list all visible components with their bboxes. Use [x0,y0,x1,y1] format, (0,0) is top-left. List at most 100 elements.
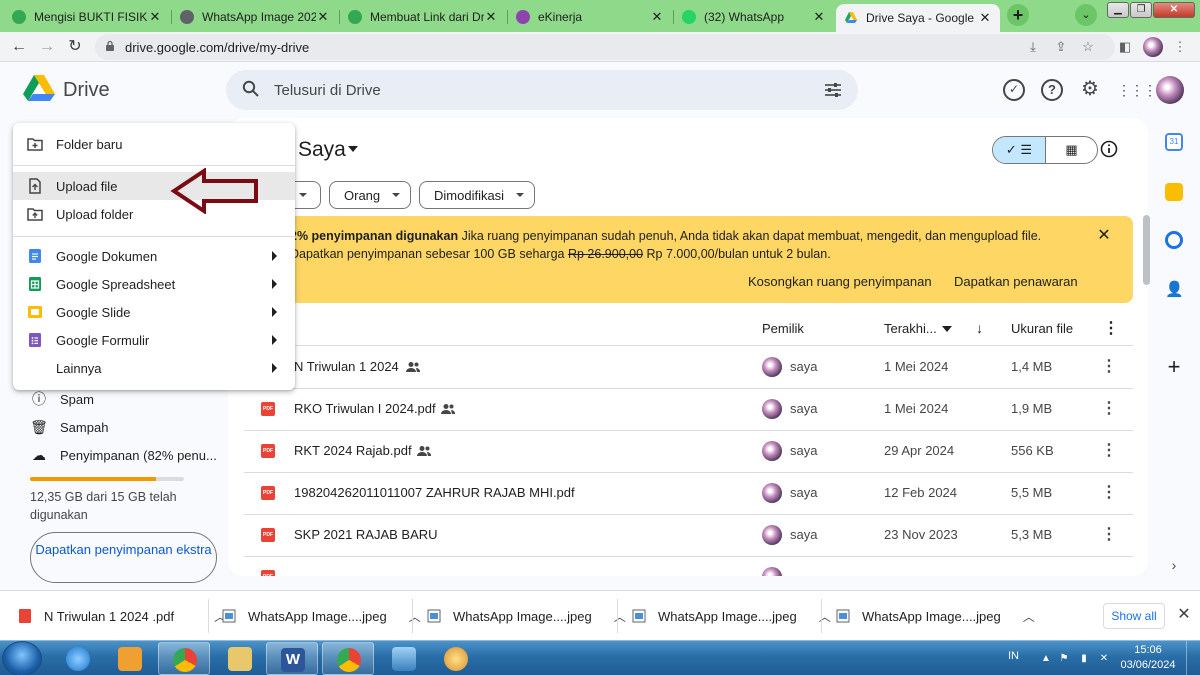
taskbar-app[interactable] [430,642,482,675]
column-header-size[interactable]: Ukuran file [1011,321,1073,336]
filter-chip-people[interactable]: Orang [329,181,412,209]
main-scrollbar[interactable] [1143,215,1150,285]
taskbar-app[interactable] [158,642,210,675]
filter-chip-modified[interactable]: Dimodifikasi [419,181,536,209]
tab-close-icon[interactable]: ✕ [978,10,992,26]
search-icon[interactable] [242,80,260,98]
chevron-up-icon[interactable]: ︿ [409,608,421,625]
grid-view-button[interactable]: ▦ [1044,137,1097,163]
file-row[interactable]: PDF SKP 2021 RAJAB BARU saya 23 Nov 2023… [244,514,1133,556]
more-actions-icon[interactable]: ⋮ [1101,526,1117,544]
keep-icon[interactable] [1165,183,1183,201]
menu-item-google-sheets[interactable]: Google Spreadsheet [13,270,295,298]
menu-item-new-folder[interactable]: Folder baru [13,130,295,158]
help-icon[interactable]: ? [1041,79,1063,101]
menu-item-google-forms[interactable]: Google Formulir [13,326,295,354]
share-icon[interactable]: ⇪ [1053,39,1069,55]
file-row-partial[interactable]: PDF [244,556,1133,576]
file-row[interactable]: PDF 198204262011011007 ZAHRUR RAJAB MHI.… [244,472,1133,514]
banner-close-icon[interactable]: ✕ [1096,228,1112,244]
more-actions-icon[interactable]: ⋮ [1101,358,1117,376]
nav-item-spam[interactable]: ⓘ Spam [30,387,94,411]
free-up-space-button[interactable]: Kosongkan ruang penyimpanan [748,274,932,289]
column-options-icon[interactable]: ⋮ [1103,318,1119,338]
download-item[interactable]: WhatsApp Image....jpeg ︿ [632,591,831,641]
start-button[interactable] [2,641,42,675]
browser-tab[interactable]: Membuat Link dari Dri ✕ [340,4,506,30]
calendar-icon[interactable]: 31 [1165,133,1183,151]
info-icon[interactable] [1100,140,1118,158]
network-icon[interactable]: ▮ [1078,653,1090,665]
column-header-owner[interactable]: Pemilik [762,321,804,336]
tab-close-icon[interactable]: ✕ [812,9,826,25]
more-actions-icon[interactable]: ⋮ [1101,442,1117,460]
more-actions-icon[interactable]: ⋮ [1101,400,1117,418]
search-options-icon[interactable] [824,81,842,99]
tab-close-icon[interactable]: ✕ [316,9,330,25]
clock-time[interactable]: 15:06 [1122,644,1174,656]
nav-item-storage[interactable]: ☁ Penyimpanan (82% penu... [30,443,217,467]
download-item[interactable]: N Triwulan 1 2024 .pdf ︿ [18,591,226,641]
chevron-up-icon[interactable]: ︿ [614,608,626,625]
browser-tab[interactable]: eKinerja ✕ [508,4,672,30]
apps-grid-icon[interactable]: ⋮⋮⋮ [1117,79,1157,101]
forward-arrow-icon[interactable]: → [36,36,58,58]
file-row[interactable]: PDF RKT 2024 Rajab.pdf saya 29 Apr 2024 … [244,430,1133,472]
offline-ready-icon[interactable]: ✓ [1003,79,1025,101]
taskbar-app[interactable]: W [266,642,318,675]
browser-tab-active[interactable]: Drive Saya - Google Dr ✕ [836,4,1000,32]
contacts-icon[interactable]: 👤 [1165,281,1184,299]
sort-direction-arrow-icon[interactable]: ↓ [976,320,983,336]
bookmark-star-icon[interactable]: ☆ [1080,39,1096,55]
show-hidden-icons-icon[interactable]: ▲ [1040,653,1052,665]
get-more-storage-button[interactable]: Dapatkan penyimpanan ekstra [30,532,217,583]
download-item[interactable]: WhatsApp Image....jpeg ︿ [836,591,1035,641]
get-offer-button[interactable]: Dapatkan penawaran [954,274,1078,289]
browser-tab[interactable]: WhatsApp Image 2024 ✕ [172,4,338,30]
side-panel-icon[interactable]: ◧ [1117,39,1133,55]
taskbar-app[interactable] [378,642,430,675]
add-addon-icon[interactable]: + [1165,356,1183,378]
new-tab-button[interactable]: + [1007,4,1029,26]
clock-date[interactable]: 03/06/2024 [1120,659,1176,671]
volume-icon[interactable]: ✕ [1098,653,1110,665]
window-close-button[interactable]: ✕ [1153,2,1195,18]
search-input[interactable] [274,78,774,102]
tab-close-icon[interactable]: ✕ [650,9,664,25]
back-arrow-icon[interactable]: ← [8,36,30,58]
minimize-button[interactable]: ▁ [1107,2,1129,18]
title-dropdown-icon[interactable] [348,146,358,152]
page-title[interactable]: Saya [298,138,346,162]
menu-item-google-slides[interactable]: Google Slide [13,298,295,326]
reload-icon[interactable]: ↻ [64,36,86,58]
chevron-up-icon[interactable]: ︿ [1023,608,1035,625]
download-item[interactable]: WhatsApp Image....jpeg ︿ [427,591,626,641]
taskbar-app[interactable] [52,642,104,675]
action-center-flag-icon[interactable]: ⚑ [1058,653,1070,665]
tab-close-icon[interactable]: ✕ [148,9,162,25]
file-row[interactable]: N Triwulan 1 2024 saya 1 Mei 2024 1,4 MB… [244,346,1133,388]
browser-tab[interactable]: (32) WhatsApp ✕ [674,4,834,30]
search-bar[interactable] [226,70,858,110]
tab-search-button[interactable]: ⌄ [1075,4,1097,26]
settings-gear-icon[interactable]: ⚙ [1079,79,1101,101]
tasks-icon[interactable] [1165,231,1183,249]
show-desktop-button[interactable] [1186,641,1200,675]
show-side-panel-chevron-icon[interactable]: › [1165,556,1183,574]
taskbar-app[interactable] [104,642,156,675]
account-avatar[interactable] [1156,76,1184,104]
sort-dropdown-icon[interactable] [942,326,952,332]
close-downloads-bar-icon[interactable]: ✕ [1175,606,1193,624]
list-view-button[interactable]: ✓ ☰ [993,137,1045,163]
google-drive-logo-icon[interactable] [23,74,55,102]
install-app-icon[interactable]: ⤓ [1025,39,1041,55]
menu-item-google-docs[interactable]: Google Dokumen [13,242,295,270]
address-bar[interactable]: drive.google.com/drive/my-drive ⤓ ⇪ ☆ [95,34,1115,60]
taskbar-app[interactable] [214,642,266,675]
browser-profile-avatar[interactable] [1143,37,1163,57]
browser-tab[interactable]: Mengisi BUKTI FISIK da ✕ [4,4,170,30]
file-row[interactable]: PDF RKO Triwulan I 2024.pdf saya 1 Mei 2… [244,388,1133,430]
taskbar-app[interactable] [322,642,374,675]
maximize-button[interactable]: ❐ [1130,2,1152,18]
more-actions-icon[interactable]: ⋮ [1101,484,1117,502]
